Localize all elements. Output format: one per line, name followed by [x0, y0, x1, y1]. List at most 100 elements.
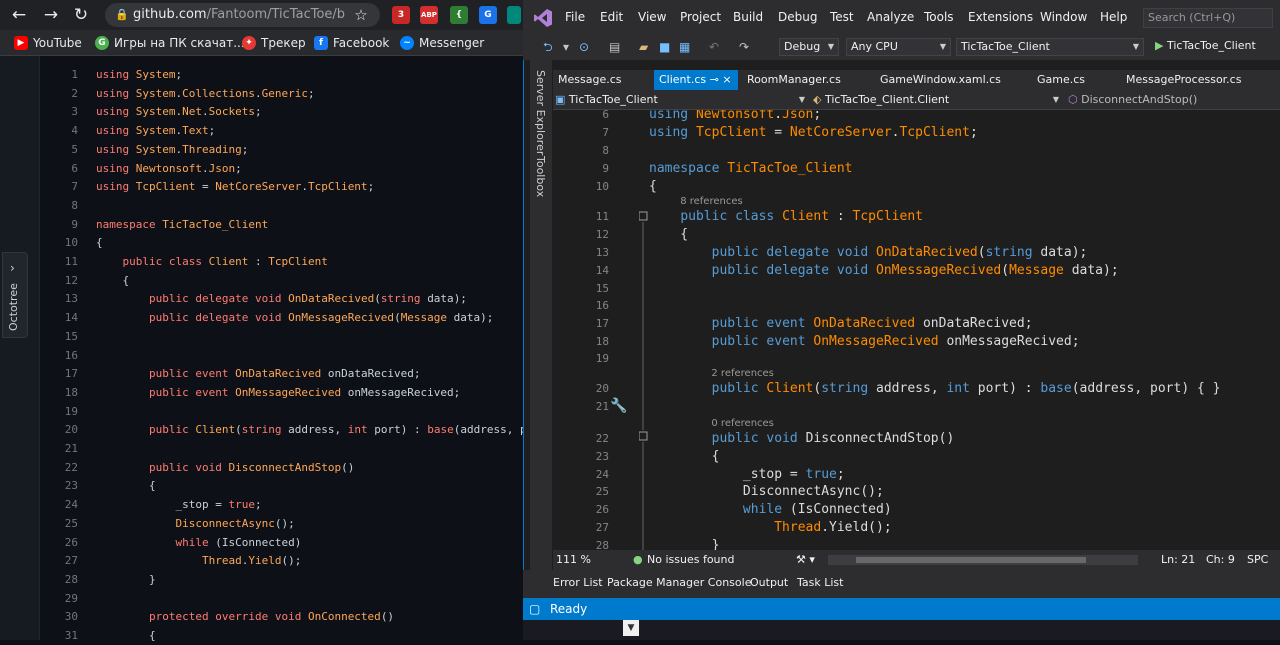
editor-code-line[interactable]: 28 }	[553, 537, 1280, 550]
line-number[interactable]: 7	[40, 177, 78, 196]
menu-window[interactable]: Window	[1040, 10, 1087, 24]
line-number[interactable]: 24	[40, 495, 78, 514]
line-number[interactable]: 19	[40, 402, 78, 421]
task-list-tab[interactable]: Task List	[797, 576, 843, 589]
extension-icon[interactable]	[507, 6, 521, 24]
doc-tab-message-cs[interactable]: Message.cs	[553, 70, 649, 90]
editor-code-line[interactable]: 19	[553, 350, 1280, 368]
editor-code-line[interactable]: 27 Thread.Yield();	[553, 519, 1280, 537]
server-explorer-tab[interactable]: Server Explorer	[534, 70, 547, 155]
translate-icon[interactable]: G	[479, 6, 497, 24]
menu-file[interactable]: File	[565, 10, 585, 24]
toolbox-tab[interactable]: Toolbox	[534, 156, 547, 197]
codelens-references[interactable]: 8 references	[680, 196, 743, 207]
json-extension-icon[interactable]: {	[450, 6, 468, 24]
editor-code-line[interactable]: 25 DisconnectAsync();	[553, 483, 1280, 501]
codelens-references[interactable]: 0 references	[711, 418, 774, 429]
save-all-icon[interactable]: ▦	[679, 39, 690, 55]
editor-code-line[interactable]: 24 _stop = true;	[553, 466, 1280, 484]
dropdown-arrow-icon[interactable]: ▾	[563, 39, 569, 55]
line-number[interactable]: 21	[40, 439, 78, 458]
editor-code-line[interactable]: 7 using TcpClient = NetCoreServer.TcpClie…	[553, 124, 1280, 142]
screwdriver-icon[interactable]: 🔧	[610, 398, 627, 414]
menu-view[interactable]: View	[638, 10, 666, 24]
open-file-icon[interactable]: ▰	[639, 39, 648, 55]
editor-code-line[interactable]: 16	[553, 297, 1280, 315]
navigate-back-icon[interactable]: ⮌	[543, 39, 553, 55]
line-number[interactable]: 9	[40, 215, 78, 234]
horizontal-scrollbar[interactable]	[828, 555, 1138, 565]
undo-icon[interactable]: ↶	[709, 39, 719, 55]
output-tab[interactable]: Output	[750, 576, 788, 589]
line-number[interactable]: 1	[40, 65, 78, 84]
solution-configuration-select[interactable]: Debug ▼	[779, 38, 839, 56]
line-number[interactable]: 2	[40, 84, 78, 103]
editor-code-line[interactable]: 11 public class Client : TcpClient	[553, 208, 1280, 226]
editor-code-line[interactable]: 10 {	[553, 178, 1280, 196]
editor-code-line[interactable]: 22 public void DisconnectAndStop()	[553, 430, 1280, 448]
type-dropdown[interactable]: ⬖ TicTacToe_Client.Client ▼	[813, 92, 1061, 108]
line-number[interactable]: 20	[40, 420, 78, 439]
bookmark-facebook[interactable]: f Facebook	[314, 34, 389, 52]
editor-code-line[interactable]: 21	[553, 398, 1280, 416]
line-number[interactable]: 26	[40, 533, 78, 552]
bookmark-tracker[interactable]: ✦ Трекер	[242, 34, 306, 52]
doc-tab-messageprocessor-cs[interactable]: MessageProcessor.cs	[1121, 70, 1277, 90]
start-debugging-button[interactable]: ▶ TicTacToe_Client	[1151, 38, 1271, 56]
package-manager-console-tab[interactable]: Package Manager Console	[607, 576, 751, 589]
line-number[interactable]: 6	[40, 159, 78, 178]
line-number[interactable]: 4	[40, 121, 78, 140]
navigate-forward-icon[interactable]: ⊙	[579, 39, 589, 55]
line-number[interactable]: 11	[40, 252, 78, 271]
bookmark-star-icon[interactable]: ☆	[350, 4, 372, 26]
menu-analyze[interactable]: Analyze	[867, 10, 914, 24]
redo-icon[interactable]: ↷	[739, 39, 749, 55]
line-number[interactable]: 3	[40, 102, 78, 121]
editor-code-line[interactable]: 15	[553, 280, 1280, 298]
line-number[interactable]: 18	[40, 383, 78, 402]
menu-tools[interactable]: Tools	[924, 10, 954, 24]
tab-pin-close-icon[interactable]: ⊸ ×	[706, 73, 732, 86]
code-editor[interactable]: 6 using Newtonsoft.Json; 7 using TcpClient …	[553, 110, 1280, 550]
octotree-toggle[interactable]: › Octotree	[2, 252, 28, 338]
line-number[interactable]: 15	[40, 327, 78, 346]
bookmark-games[interactable]: G Игры на ПК скачат...	[95, 34, 245, 52]
menu-debug[interactable]: Debug	[778, 10, 817, 24]
solution-platform-select[interactable]: Any CPU ▼	[846, 38, 951, 56]
fold-toggle-icon[interactable]	[639, 431, 648, 441]
editor-code-line[interactable]: 26 while (IsConnected)	[553, 501, 1280, 519]
extension-badge-icon[interactable]: 3	[392, 6, 410, 24]
error-list-tab[interactable]: Error List	[553, 576, 603, 589]
line-number[interactable]: 8	[40, 196, 78, 215]
line-number[interactable]: 29	[40, 589, 78, 608]
menu-test[interactable]: Test	[830, 10, 854, 24]
doc-tab-game-cs[interactable]: Game.cs	[1032, 70, 1117, 90]
line-number[interactable]: 5	[40, 140, 78, 159]
line-number[interactable]: 31	[40, 626, 78, 645]
forward-arrow-icon[interactable]: →	[40, 4, 62, 26]
menu-extensions[interactable]: Extensions	[968, 10, 1033, 24]
editor-code-line[interactable]: 8	[553, 142, 1280, 160]
brush-icon[interactable]: ⚒ ▾	[796, 553, 815, 566]
issues-status[interactable]: No issues found	[647, 553, 734, 566]
line-number[interactable]: 23	[40, 476, 78, 495]
line-number[interactable]: 27	[40, 551, 78, 570]
bookmark-youtube[interactable]: ▶ YouTube	[14, 34, 82, 52]
editor-code-line[interactable]: 6 using Newtonsoft.Json;	[553, 110, 1280, 124]
editor-code-line[interactable]: 23 {	[553, 448, 1280, 466]
doc-tab-client-cs[interactable]: Client.cs ⊸ ×	[654, 70, 738, 90]
line-number[interactable]: 28	[40, 570, 78, 589]
line-number[interactable]: 25	[40, 514, 78, 533]
chevron-down-icon[interactable]: ▼	[623, 620, 639, 636]
scrollbar-thumb[interactable]	[856, 557, 1086, 563]
menu-project[interactable]: Project	[680, 10, 721, 24]
editor-code-line[interactable]: 20 public Client(string address, int por…	[553, 380, 1280, 398]
editor-code-line[interactable]: 13 public delegate void OnDataRecived(st…	[553, 244, 1280, 262]
address-bar[interactable]: 🔒 github.com/Fantoom/TicTacToe/b	[105, 3, 380, 27]
line-number[interactable]: 10	[40, 233, 78, 252]
zoom-level[interactable]: 111 %	[556, 553, 591, 566]
line-number[interactable]: 14	[40, 308, 78, 327]
line-number[interactable]: 16	[40, 346, 78, 365]
line-number[interactable]: 12	[40, 271, 78, 290]
back-arrow-icon[interactable]: ←	[8, 4, 30, 26]
